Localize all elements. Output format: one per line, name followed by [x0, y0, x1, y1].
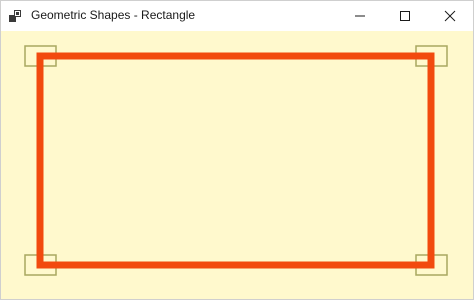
maximize-icon: [400, 11, 410, 21]
minimize-icon: [355, 15, 365, 17]
title-bar[interactable]: Geometric Shapes - Rectangle: [1, 1, 473, 31]
close-icon: [444, 10, 456, 22]
shape-layer: [24, 45, 448, 276]
rectangle-shape[interactable]: [36, 52, 435, 269]
app-icon: [9, 10, 21, 22]
window-title: Geometric Shapes - Rectangle: [31, 8, 196, 22]
maximize-button[interactable]: [384, 1, 426, 31]
app-window: Geometric Shapes - Rectangle: [0, 0, 474, 300]
minimize-button[interactable]: [339, 1, 381, 31]
drawing-canvas[interactable]: [1, 31, 473, 299]
close-button[interactable]: [429, 1, 471, 31]
